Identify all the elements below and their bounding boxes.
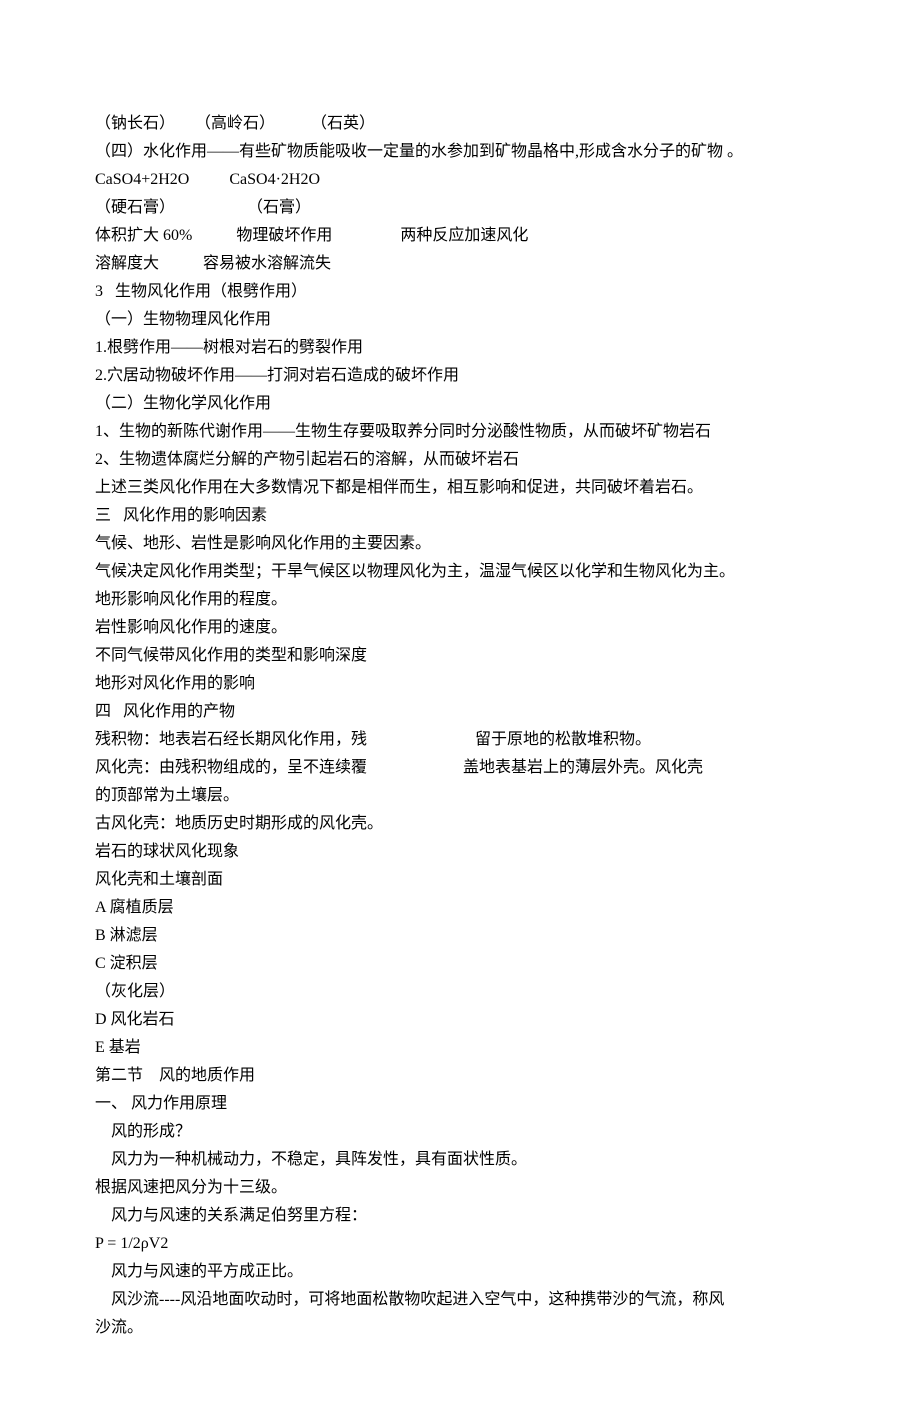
text-line: 四 风化作用的产物: [95, 698, 825, 726]
text-line: 不同气候带风化作用的类型和影响深度: [95, 642, 825, 670]
text-line: （硬石膏） （石膏）: [95, 194, 825, 222]
text-line: 风力与风速的平方成正比。: [95, 1258, 825, 1286]
text-line: 的顶部常为土壤层。: [95, 782, 825, 810]
text-line: 古风化壳：地质历史时期形成的风化壳。: [95, 810, 825, 838]
text-line: 风化壳和土壤剖面: [95, 866, 825, 894]
text-line: 残积物：地表岩石经长期风化作用，残 留于原地的松散堆积物。: [95, 726, 825, 754]
text-line: 岩性影响风化作用的速度。: [95, 614, 825, 642]
text-line: （灰化层）: [95, 978, 825, 1006]
text-line: 3 生物风化作用（根劈作用）: [95, 278, 825, 306]
text-line: 地形影响风化作用的程度。: [95, 586, 825, 614]
text-line: A 腐植质层: [95, 894, 825, 922]
text-line: 2、生物遗体腐烂分解的产物引起岩石的溶解，从而破坏岩石: [95, 446, 825, 474]
text-line: 2.穴居动物破坏作用——打洞对岩石造成的破坏作用: [95, 362, 825, 390]
text-line: 气候决定风化作用类型；干旱气候区以物理风化为主，温湿气候区以化学和生物风化为主。: [95, 558, 825, 586]
text-line: 1、生物的新陈代谢作用——生物生存要吸取养分同时分泌酸性物质，从而破坏矿物岩石: [95, 418, 825, 446]
text-line: E 基岩: [95, 1034, 825, 1062]
text-line: D 风化岩石: [95, 1006, 825, 1034]
text-line: CaSO4+2H2O CaSO4·2H2O: [95, 166, 825, 194]
document-page: （钠长石） （高岭石） （石英）（四）水化作用——有些矿物质能吸收一定量的水参加…: [0, 0, 920, 1402]
text-line: （钠长石） （高岭石） （石英）: [95, 110, 825, 138]
text-line: 风沙流----风沿地面吹动时，可将地面松散物吹起进入空气中，这种携带沙的气流，称…: [95, 1286, 825, 1314]
text-line: 风力为一种机械动力，不稳定，具阵发性，具有面状性质。: [95, 1146, 825, 1174]
text-line: 气候、地形、岩性是影响风化作用的主要因素。: [95, 530, 825, 558]
text-line: 溶解度大 容易被水溶解流失: [95, 250, 825, 278]
text-line: （四）水化作用——有些矿物质能吸收一定量的水参加到矿物晶格中,形成含水分子的矿物…: [95, 138, 825, 166]
text-line: C 淀积层: [95, 950, 825, 978]
text-line: 体积扩大 60% 物理破坏作用 两种反应加速风化: [95, 222, 825, 250]
text-line: 风的形成？: [95, 1118, 825, 1146]
text-line: B 淋滤层: [95, 922, 825, 950]
document-content: （钠长石） （高岭石） （石英）（四）水化作用——有些矿物质能吸收一定量的水参加…: [95, 110, 825, 1342]
text-line: 根据风速把风分为十三级。: [95, 1174, 825, 1202]
text-line: 上述三类风化作用在大多数情况下都是相伴而生，相互影响和促进，共同破坏着岩石。: [95, 474, 825, 502]
text-line: 一、 风力作用原理: [95, 1090, 825, 1118]
text-line: P = 1/2ρV2: [95, 1230, 825, 1258]
text-line: （一）生物物理风化作用: [95, 306, 825, 334]
text-line: 风力与风速的关系满足伯努里方程：: [95, 1202, 825, 1230]
text-line: （二）生物化学风化作用: [95, 390, 825, 418]
text-line: 1.根劈作用——树根对岩石的劈裂作用: [95, 334, 825, 362]
text-line: 风化壳：由残积物组成的，呈不连续覆 盖地表基岩上的薄层外壳。风化壳: [95, 754, 825, 782]
text-line: 三 风化作用的影响因素: [95, 502, 825, 530]
text-line: 地形对风化作用的影响: [95, 670, 825, 698]
text-line: 第二节 风的地质作用: [95, 1062, 825, 1090]
text-line: 岩石的球状风化现象: [95, 838, 825, 866]
text-line: 沙流。: [95, 1314, 825, 1342]
